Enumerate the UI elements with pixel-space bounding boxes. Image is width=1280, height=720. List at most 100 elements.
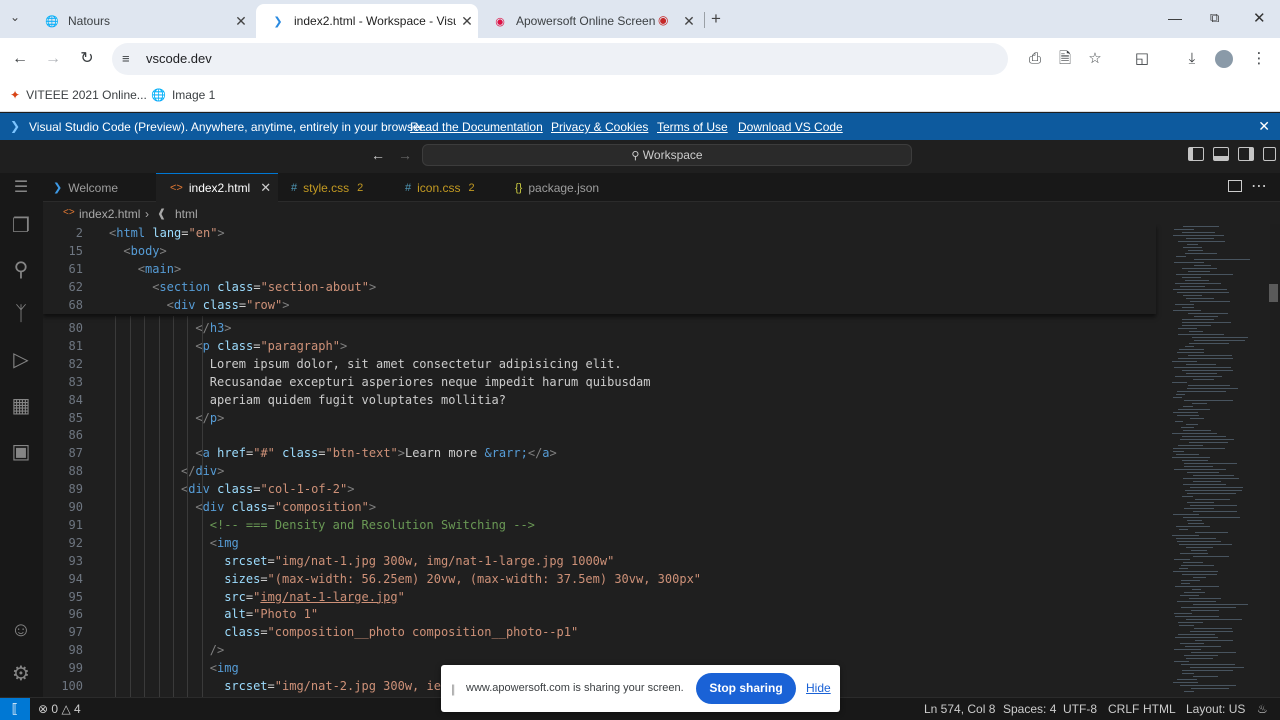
code-line[interactable]: 89 <div class="col-1-of-2"> <box>43 482 1163 500</box>
breadcrumb-file[interactable]: index2.html <box>79 207 140 221</box>
code-line[interactable]: 97 class="composition__photo composition_… <box>43 625 1163 643</box>
code-line[interactable]: 90 <div class="composition"> <box>43 500 1163 518</box>
code-line[interactable]: 84 aperiam quidem fugit voluptates mollit… <box>43 393 1163 411</box>
accounts-icon[interactable]: ☺ <box>8 617 34 643</box>
code-line[interactable]: 82 Lorem ipsum dolor, sit amet consectetu… <box>43 357 1163 375</box>
more-actions-icon[interactable]: ⋯ <box>1251 176 1267 196</box>
notifications-bell-icon[interactable]: ♨ <box>1257 702 1268 716</box>
code-line[interactable]: 92 <img <box>43 536 1163 554</box>
tab-search-button[interactable]: ⌄ <box>10 10 20 24</box>
restore-button[interactable]: ⧉ <box>1210 10 1219 26</box>
link-download-vscode[interactable]: Download VS Code <box>738 120 843 134</box>
code-line[interactable]: 94 sizes="(max-width: 56.25em) 20vw, (max… <box>43 572 1163 590</box>
code-line[interactable]: 2 <html lang="en"> <box>43 226 1163 244</box>
split-editor-icon[interactable] <box>1228 180 1242 192</box>
install-app-icon[interactable]: ⎙ <box>1024 48 1046 70</box>
cursor-position[interactable]: Ln 574, Col 8 <box>924 702 995 716</box>
code-line[interactable]: 68 <div class="row"> <box>43 298 1163 316</box>
minimize-button[interactable]: — <box>1168 10 1182 26</box>
browser-tab-apowersoft[interactable]: ◉ Apowersoft Online Screen ◉ ✕ <box>478 4 700 38</box>
close-tab-icon[interactable]: ✕ <box>456 13 478 30</box>
run-debug-icon[interactable]: ▷ <box>8 347 34 373</box>
page-info-icon[interactable]: 🗎 <box>1054 48 1076 70</box>
code-line[interactable]: 96 alt="Photo 1" <box>43 607 1163 625</box>
toggle-secondary-sidebar-icon[interactable] <box>1238 147 1254 161</box>
extensions-icon[interactable]: ◱ <box>1131 48 1153 70</box>
code-editor[interactable]: 2 <html lang="en"> 15 <body> 61 <main> 62 <sect… <box>43 224 1270 697</box>
forward-arrow-icon[interactable]: → <box>42 48 64 70</box>
editor-tab-style-css[interactable]: # style.css 2 <box>281 173 391 202</box>
keyboard-layout[interactable]: Layout: US <box>1186 702 1245 716</box>
code-line[interactable]: 88</div> <box>43 464 1163 482</box>
close-banner-icon[interactable]: ✕ <box>1258 118 1270 135</box>
source-control-icon[interactable]: ᛉ <box>8 301 34 327</box>
settings-gear-icon[interactable]: ⚙ <box>8 661 34 687</box>
command-center[interactable]: ⚲ Workspace <box>422 144 912 166</box>
minimap[interactable] <box>1166 224 1266 697</box>
go-forward-icon[interactable]: → <box>398 147 412 163</box>
remote-indicator-icon[interactable]: ⟦ <box>0 698 30 720</box>
back-arrow-icon[interactable]: ← <box>9 48 31 70</box>
code-line[interactable]: 93 srcset="img/nat-1.jpg 300w, img/nat-1-… <box>43 554 1163 572</box>
editor-tab-welcome[interactable]: ❯ Welcome <box>43 173 153 202</box>
editor-tab-package-json[interactable]: {} package.json <box>505 173 635 202</box>
stop-sharing-button[interactable]: Stop sharing <box>696 673 796 704</box>
menu-icon[interactable]: ☰ <box>8 175 34 201</box>
link-privacy-cookies[interactable]: Privacy & Cookies <box>551 120 648 134</box>
editor-scrollbar[interactable] <box>1269 284 1278 302</box>
remote-explorer-icon[interactable]: ▣ <box>8 439 34 465</box>
problems-indicator[interactable]: ⊗ 0 △ 4 <box>38 702 81 716</box>
customize-layout-icon[interactable] <box>1263 147 1276 161</box>
extensions-icon[interactable]: ▦ <box>8 393 34 419</box>
minimap-line <box>1191 652 1236 653</box>
address-bar[interactable]: ≡ vscode.dev <box>112 43 1008 75</box>
language-mode[interactable]: HTML <box>1143 702 1176 716</box>
sticky-scroll[interactable]: 2 <html lang="en"> 15 <body> 61 <main> 62 <sect… <box>43 224 1156 314</box>
browser-tab-vscode[interactable]: ❯ index2.html - Workspace - Visu ✕ <box>256 4 478 38</box>
close-tab-icon[interactable]: ✕ <box>678 13 700 30</box>
line-number: 88 <box>68 464 83 479</box>
link-read-documentation[interactable]: Read the Documentation <box>410 120 543 134</box>
new-tab-button[interactable]: + <box>711 9 721 29</box>
profile-avatar[interactable] <box>1215 50 1233 68</box>
go-back-icon[interactable]: ← <box>371 147 385 163</box>
end-of-line[interactable]: CRLF <box>1108 702 1139 716</box>
site-info-icon[interactable]: ≡ <box>122 51 130 66</box>
reload-icon[interactable]: ↻ <box>76 48 98 70</box>
code-line[interactable]: 86 <box>43 428 1163 446</box>
code-line[interactable]: 80 </h3> <box>43 321 1163 339</box>
browser-tab-natours[interactable]: 🌐 Natours ✕ <box>30 4 252 38</box>
code-line[interactable]: 98 /> <box>43 643 1163 661</box>
code-line[interactable]: 62 <section class="section-about"> <box>43 280 1163 298</box>
explorer-icon[interactable]: ❐ <box>8 213 34 239</box>
breadcrumb-element[interactable]: html <box>175 207 198 221</box>
menu-icon[interactable]: ⋮ <box>1248 48 1270 70</box>
code-line[interactable]: 83 Recusandae excepturi asperiores neque … <box>43 375 1163 393</box>
close-tab-icon[interactable]: ✕ <box>230 13 252 30</box>
code-line[interactable]: 85 </p> <box>43 411 1163 429</box>
link-terms-of-use[interactable]: Terms of Use <box>657 120 728 134</box>
close-window-button[interactable]: ✕ <box>1253 9 1266 27</box>
bookmark-star-icon[interactable]: ☆ <box>1084 48 1106 70</box>
code-line[interactable]: 95 src="img/nat-1-large.jpg" <box>43 590 1163 608</box>
indentation[interactable]: Spaces: 4 <box>1003 702 1056 716</box>
code-line[interactable]: 87 <a href="#" class="btn-text">Learn mor… <box>43 446 1163 464</box>
drag-handle-icon[interactable]: || <box>451 682 455 696</box>
encoding[interactable]: UTF-8 <box>1063 702 1097 716</box>
code-line[interactable]: 15 <body> <box>43 244 1163 262</box>
close-tab-icon[interactable]: ✕ <box>260 180 271 196</box>
code-line[interactable]: 91 <!-- === Density and Resolution Switch… <box>43 518 1163 536</box>
code-line[interactable]: 61 <main> <box>43 262 1163 280</box>
bookmark-image-1[interactable]: 🌐 Image 1 <box>151 88 215 102</box>
code-line[interactable]: 81 <p class="paragraph"> <box>43 339 1163 357</box>
search-icon[interactable]: ⚲ <box>8 257 34 283</box>
line-content: <div class="composition"> <box>195 500 377 514</box>
hide-link[interactable]: Hide <box>806 681 831 695</box>
minimap-line <box>1175 637 1218 638</box>
toggle-primary-sidebar-icon[interactable] <box>1188 147 1204 161</box>
toggle-panel-icon[interactable] <box>1213 147 1229 161</box>
download-icon[interactable]: ⤓ <box>1181 48 1203 70</box>
editor-tab-icon-css[interactable]: # icon.css 2 <box>393 173 503 202</box>
bookmark-viteee[interactable]: ✦ VITEEE 2021 Online... <box>10 88 147 102</box>
editor-tab-index2-html[interactable]: <> index2.html ✕ <box>156 173 278 202</box>
